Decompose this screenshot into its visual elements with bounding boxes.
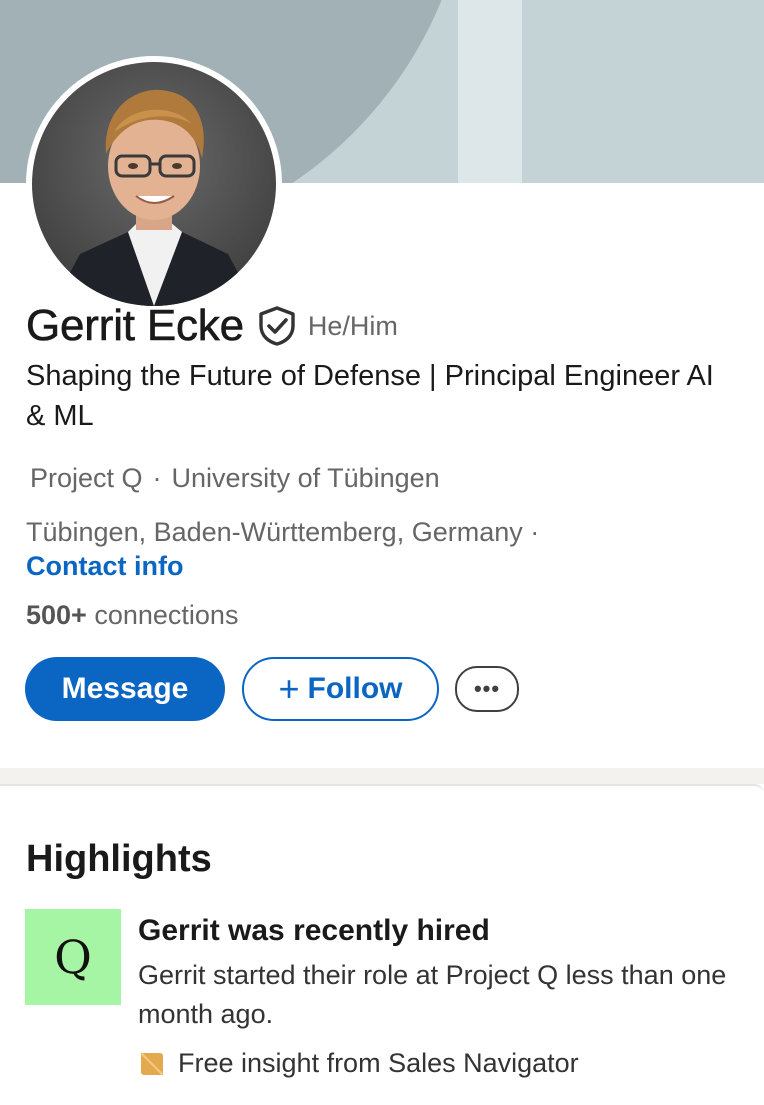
highlight-item-title: Gerrit was recently hired bbox=[138, 914, 490, 947]
company-logo[interactable]: Q bbox=[25, 909, 121, 1005]
banner-stripe bbox=[458, 0, 522, 183]
profile-location: Tübingen, Baden-Württemberg, Germany · bbox=[26, 517, 540, 547]
follow-button[interactable]: + Follow bbox=[242, 657, 439, 721]
education-link[interactable]: University of Tübingen bbox=[172, 463, 440, 493]
verified-shield-icon[interactable] bbox=[258, 306, 296, 346]
connections-number: 500+ bbox=[26, 600, 87, 630]
highlights-card: Highlights Q Gerrit was recently hired G… bbox=[0, 784, 764, 1105]
sales-navigator-icon bbox=[140, 1051, 164, 1076]
more-options-button[interactable]: ••• bbox=[455, 666, 519, 712]
sales-navigator-insight[interactable]: Free insight from Sales Navigator bbox=[140, 1048, 579, 1079]
profile-name: Gerrit Ecke bbox=[26, 301, 245, 351]
profile-avatar[interactable] bbox=[26, 56, 282, 312]
highlight-item-description: Gerrit started their role at Project Q l… bbox=[138, 960, 727, 1029]
connections-count[interactable]: 500+ connections bbox=[26, 597, 238, 633]
message-button[interactable]: Message bbox=[25, 657, 225, 721]
org-separator: · bbox=[152, 463, 162, 493]
insight-text: Free insight from Sales Navigator bbox=[178, 1048, 579, 1078]
more-horizontal-icon: ••• bbox=[473, 676, 501, 701]
pronouns: He/Him bbox=[307, 310, 398, 341]
follow-label: Follow bbox=[307, 672, 403, 705]
profile-page: Gerrit Ecke He/Him Shaping the Future of… bbox=[0, 0, 764, 1105]
contact-info-link[interactable]: Contact info bbox=[26, 548, 183, 584]
company-logo-text: Q bbox=[54, 930, 92, 984]
avatar-photo bbox=[32, 62, 276, 306]
profile-organizations: Project Q · University of Tübingen bbox=[30, 460, 440, 496]
section-divider bbox=[0, 768, 764, 784]
connections-label: connections bbox=[94, 600, 239, 630]
profile-headline: Shaping the Future of Defense | Principa… bbox=[26, 360, 714, 432]
current-company-link[interactable]: Project Q bbox=[30, 463, 143, 493]
profile-card: Gerrit Ecke He/Him Shaping the Future of… bbox=[0, 0, 764, 768]
highlights-title: Highlights bbox=[26, 838, 212, 880]
profile-actions: Message + Follow ••• bbox=[25, 657, 519, 721]
name-row: Gerrit Ecke He/Him bbox=[26, 298, 398, 354]
plus-icon: + bbox=[278, 668, 300, 709]
